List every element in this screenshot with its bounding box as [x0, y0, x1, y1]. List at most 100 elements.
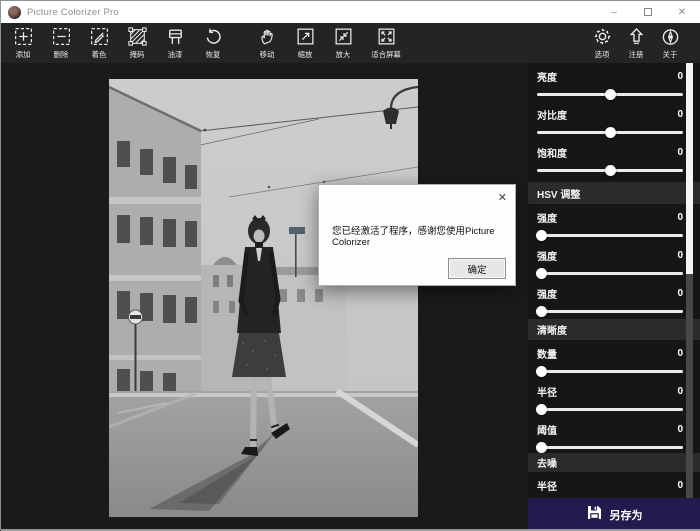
- slider-handle[interactable]: [536, 404, 547, 415]
- slider-handle[interactable]: [605, 89, 616, 100]
- hsv-adjust-group: 强度 0 强度 0 强度 0: [528, 204, 700, 319]
- slider-value: 0: [677, 212, 683, 223]
- toolbar: 添加 删除 着色 掩码 油漆 恢复 移动: [1, 23, 700, 63]
- tool-add[interactable]: 添加: [4, 26, 42, 60]
- hsv-strength-slider-2[interactable]: [537, 272, 683, 275]
- tool-colorize[interactable]: 着色: [80, 26, 118, 60]
- activation-dialog: ✕ 您已经激活了程序，感谢您使用Picture Colorizer 确定: [318, 184, 516, 286]
- slider-row-threshold: 阈值 0: [528, 416, 700, 453]
- arrow-up-icon: [626, 26, 647, 47]
- hsv-strength-slider-1[interactable]: [537, 234, 683, 237]
- tool-move[interactable]: 移动: [248, 26, 286, 60]
- sidebar-scrollbar-thumb[interactable]: [686, 63, 693, 274]
- slider-handle[interactable]: [536, 306, 547, 317]
- gear-icon: [592, 26, 613, 47]
- tool-about[interactable]: 关于: [653, 26, 687, 60]
- maximize-icon: [644, 8, 652, 16]
- hsv-strength-slider-3[interactable]: [537, 310, 683, 313]
- denoise-group: 半径 0: [528, 472, 700, 498]
- tool-label: 注册: [629, 49, 644, 59]
- hand-icon: [257, 26, 278, 47]
- tool-zoom-in[interactable]: 放大: [324, 26, 362, 60]
- dialog-close-icon[interactable]: ✕: [498, 191, 507, 204]
- slider-row-denoise-radius: 半径 0: [528, 472, 700, 498]
- section-header-hsv: HSV 调整: [528, 182, 700, 204]
- tool-zoom[interactable]: 缩放: [286, 26, 324, 60]
- radius-slider[interactable]: [537, 408, 683, 411]
- add-selection-icon: [13, 26, 34, 47]
- remove-selection-icon: [51, 26, 72, 47]
- tool-paint[interactable]: 油漆: [156, 26, 194, 60]
- section-header-denoise: 去噪: [528, 453, 700, 472]
- slider-label: 阈值: [537, 422, 557, 437]
- tool-label: 删除: [54, 49, 69, 59]
- slider-label: 强度: [537, 286, 557, 301]
- tool-label: 缩放: [298, 49, 313, 59]
- tool-label: 掩码: [130, 49, 145, 59]
- minimize-icon: –: [611, 7, 617, 18]
- save-as-label: 另存为: [610, 507, 643, 523]
- fit-screen-icon: [376, 26, 397, 47]
- amount-slider[interactable]: [537, 370, 683, 373]
- tool-restore[interactable]: 恢复: [194, 26, 232, 60]
- title-bar: Picture Colorizer Pro: [1, 1, 700, 23]
- photo-preview[interactable]: [109, 79, 418, 517]
- slider-label: 亮度: [537, 69, 557, 84]
- tool-mask[interactable]: 掩码: [118, 26, 156, 60]
- tool-fit-screen[interactable]: 适合屏幕: [362, 26, 410, 60]
- slider-value: 0: [677, 424, 683, 435]
- tool-delete[interactable]: 删除: [42, 26, 80, 60]
- slider-handle[interactable]: [536, 268, 547, 279]
- street-photo-illustration: [109, 79, 418, 517]
- section-header-clarity: 清晰度: [528, 319, 700, 340]
- tool-label: 油漆: [168, 49, 183, 59]
- slider-value: 0: [677, 250, 683, 261]
- slider-row-contrast: 对比度 0: [528, 101, 700, 139]
- save-as-button[interactable]: 另存为: [528, 498, 700, 531]
- tool-label: 添加: [16, 49, 31, 59]
- slider-label: 对比度: [537, 107, 567, 122]
- tool-label: 移动: [260, 49, 275, 59]
- compress-icon: [333, 26, 354, 47]
- slider-value: 0: [677, 288, 683, 299]
- basic-adjust-group: 亮度 0 对比度 0 饱和度 0: [528, 63, 700, 182]
- threshold-slider[interactable]: [537, 446, 683, 449]
- slider-row-hsv-1: 强度 0: [528, 204, 700, 242]
- tool-label: 选项: [595, 49, 610, 59]
- contrast-slider[interactable]: [537, 131, 683, 134]
- slider-handle[interactable]: [536, 230, 547, 241]
- floppy-disk-icon: [587, 505, 602, 525]
- slider-row-hsv-3: 强度 0: [528, 280, 700, 318]
- brightness-slider[interactable]: [537, 93, 683, 96]
- canvas-area: [1, 63, 528, 531]
- app-logo-icon: [8, 6, 21, 19]
- close-icon: ✕: [678, 7, 686, 18]
- slider-row-radius: 半径 0: [528, 378, 700, 416]
- dialog-message: 您已经激活了程序，感谢您使用Picture Colorizer: [332, 223, 510, 248]
- slider-handle[interactable]: [536, 442, 547, 453]
- mask-icon: [127, 26, 148, 47]
- slider-row-brightness: 亮度 0: [528, 63, 700, 101]
- window-title: Picture Colorizer Pro: [27, 7, 119, 18]
- tool-register[interactable]: 注册: [619, 26, 653, 60]
- slider-handle[interactable]: [605, 165, 616, 176]
- saturation-slider[interactable]: [537, 169, 683, 172]
- toolbar-right: 选项 注册 关于: [585, 23, 687, 60]
- window-controls: – ✕: [597, 1, 699, 23]
- adjustments-sidebar: 亮度 0 对比度 0 饱和度 0 HSV 调整 强度 0: [528, 63, 700, 531]
- tool-label: 适合屏幕: [371, 49, 400, 59]
- tool-label: 恢复: [206, 49, 221, 59]
- slider-value: 0: [677, 109, 683, 120]
- minimize-button[interactable]: –: [597, 1, 631, 23]
- tool-options[interactable]: 选项: [585, 26, 619, 60]
- slider-handle[interactable]: [605, 127, 616, 138]
- slider-label: 强度: [537, 248, 557, 263]
- slider-label: 半径: [537, 478, 557, 493]
- close-button[interactable]: ✕: [665, 1, 699, 23]
- slider-handle[interactable]: [536, 366, 547, 377]
- sidebar-scrollbar-track[interactable]: [686, 63, 693, 498]
- slider-label: 数量: [537, 346, 557, 361]
- dialog-ok-button[interactable]: 确定: [448, 258, 506, 279]
- maximize-button[interactable]: [631, 1, 665, 23]
- expand-icon: [295, 26, 316, 47]
